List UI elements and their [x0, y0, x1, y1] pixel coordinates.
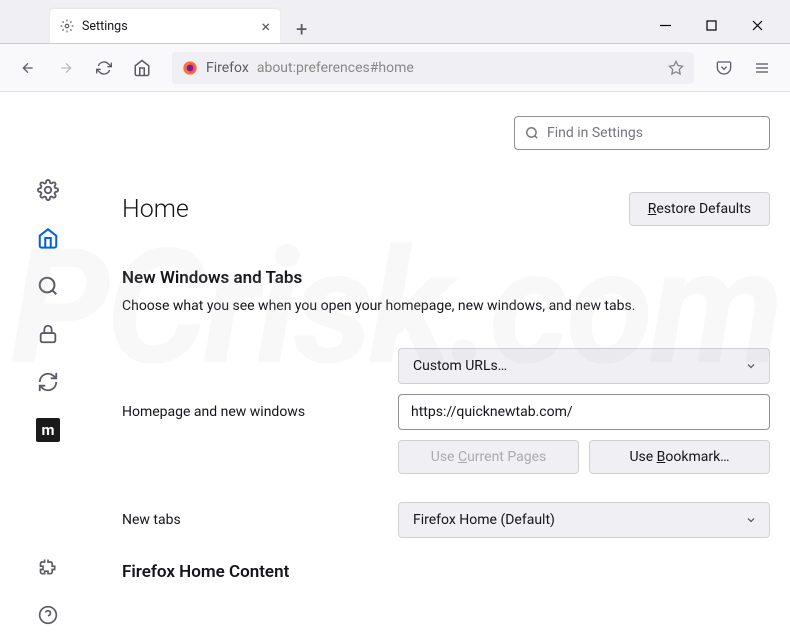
sidebar-item-more[interactable]: m	[28, 410, 68, 450]
maximize-button[interactable]	[688, 10, 734, 42]
chevron-down-icon	[745, 514, 757, 526]
select-value: Custom URLs…	[413, 358, 507, 374]
address-prefix: Firefox	[206, 60, 249, 76]
newtabs-label: New tabs	[122, 512, 398, 528]
page-title: Home	[122, 195, 189, 224]
firefox-logo-icon	[182, 60, 198, 76]
homepage-mode-select[interactable]: Custom URLs…	[398, 348, 770, 384]
forward-button[interactable]	[50, 52, 82, 84]
main-content: Home RRestore Defaultsestore Defaults Ne…	[96, 92, 790, 635]
browser-tab[interactable]: Settings ×	[50, 9, 280, 43]
address-url: about:preferences#home	[257, 60, 414, 76]
sidebar-item-general[interactable]	[28, 170, 68, 210]
toolbar: Firefox about:preferences#home	[0, 44, 790, 92]
close-window-button[interactable]	[734, 10, 780, 42]
homepage-label: Homepage and new windows	[122, 404, 398, 420]
restore-defaults-button[interactable]: RRestore Defaultsestore Defaults	[629, 192, 770, 226]
use-current-pages-button[interactable]: Use Current PagesUse Current Pages	[398, 440, 579, 474]
chevron-down-icon	[745, 360, 757, 372]
sidebar: m	[0, 92, 96, 635]
find-input[interactable]	[547, 125, 759, 141]
select-value: Firefox Home (Default)	[413, 512, 555, 528]
back-button[interactable]	[12, 52, 44, 84]
gear-icon	[60, 19, 74, 33]
sidebar-item-privacy[interactable]	[28, 314, 68, 354]
sidebar-item-search[interactable]	[28, 266, 68, 306]
sidebar-item-sync[interactable]	[28, 362, 68, 402]
section-title-windows-tabs: New Windows and Tabs	[122, 268, 770, 288]
bookmark-star-icon[interactable]	[668, 60, 684, 76]
tab-bar: Settings × +	[0, 0, 790, 44]
sidebar-item-help[interactable]	[28, 595, 68, 635]
newtabs-select[interactable]: Firefox Home (Default)	[398, 502, 770, 538]
minimize-button[interactable]	[642, 10, 688, 42]
reload-button[interactable]	[88, 52, 120, 84]
tab-title: Settings	[82, 19, 128, 34]
menu-button[interactable]	[746, 52, 778, 84]
m-icon: m	[36, 418, 60, 442]
pocket-button[interactable]	[708, 52, 740, 84]
find-in-settings[interactable]	[514, 116, 770, 150]
home-nav-button[interactable]	[126, 52, 158, 84]
section-desc-windows-tabs: Choose what you see when you open your h…	[122, 298, 770, 314]
close-icon[interactable]: ×	[261, 17, 270, 36]
address-bar[interactable]: Firefox about:preferences#home	[172, 52, 694, 84]
homepage-url-input[interactable]	[398, 394, 770, 430]
section-title-home-content: Firefox Home Content	[122, 562, 770, 582]
sidebar-item-home[interactable]	[28, 218, 68, 258]
search-icon	[525, 126, 539, 140]
new-tab-button[interactable]: +	[290, 15, 313, 43]
sidebar-item-extensions[interactable]	[28, 547, 68, 587]
use-bookmark-button[interactable]: Use Bookmark…Use Bookmark…	[589, 440, 770, 474]
